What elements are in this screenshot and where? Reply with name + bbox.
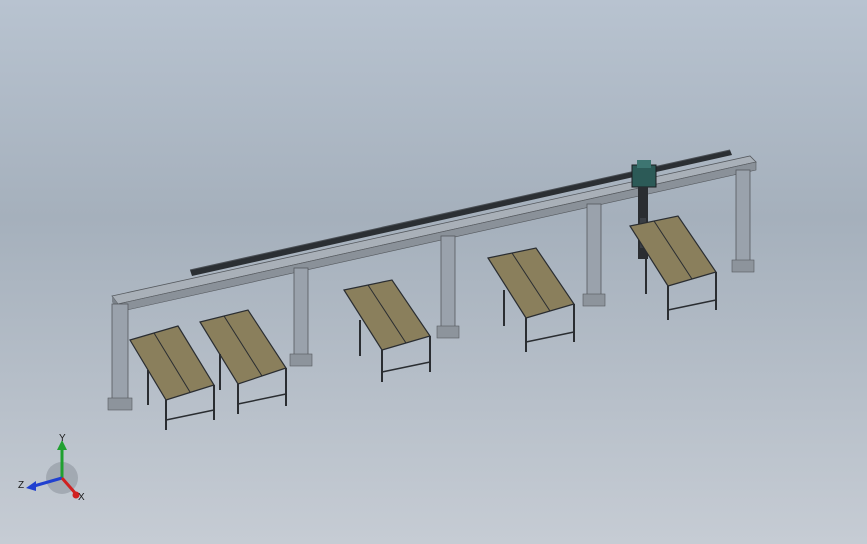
cad-model-scene[interactable]: Y Z X	[0, 0, 867, 544]
roller-table	[199, 309, 287, 414]
z-axis-label: Z	[18, 480, 24, 491]
x-axis-label: X	[78, 492, 85, 503]
roller-table	[487, 247, 575, 352]
roller-table	[629, 215, 717, 320]
support-column	[731, 169, 755, 273]
support-column	[436, 235, 460, 339]
roller-table	[343, 279, 431, 382]
y-axis-label: Y	[59, 433, 66, 444]
support-column	[107, 303, 133, 411]
roller-tables	[129, 215, 717, 430]
graphics-viewport[interactable]: Y Z X	[0, 0, 867, 544]
roller-table	[129, 325, 215, 430]
support-column	[582, 203, 606, 307]
coordinate-triad: Y Z X	[18, 433, 85, 503]
support-column	[289, 267, 313, 367]
